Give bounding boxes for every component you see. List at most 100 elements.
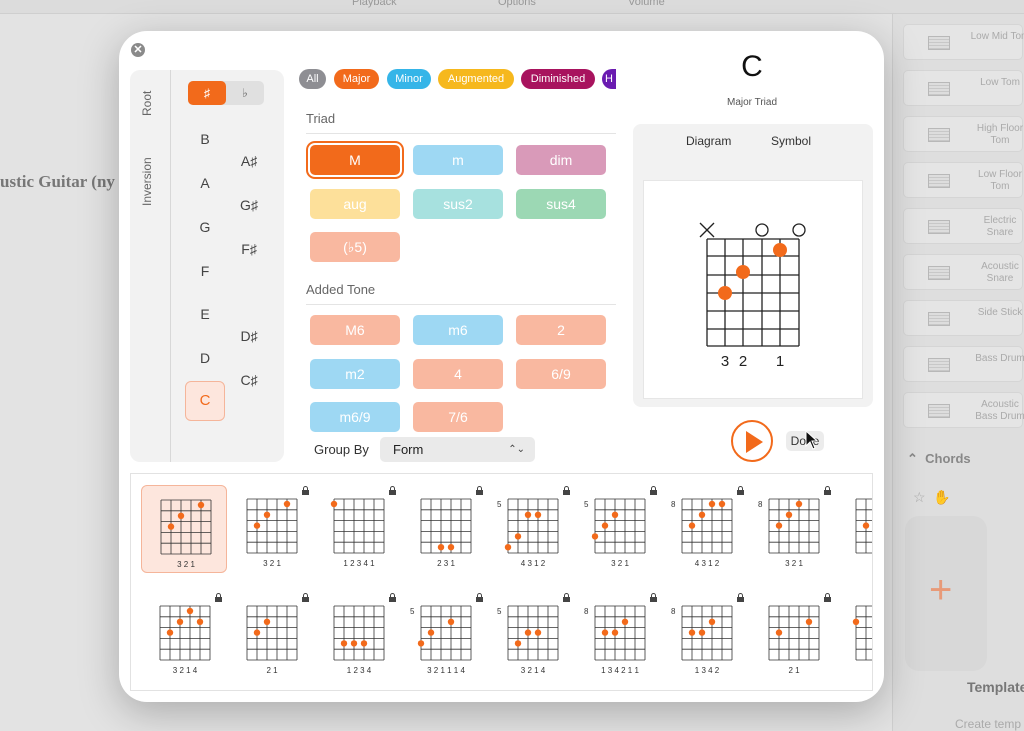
bg-toolbar-volume: Volume bbox=[628, 0, 665, 8]
chord-type-2[interactable]: 2 bbox=[516, 315, 606, 345]
note-g[interactable]: G bbox=[190, 219, 220, 235]
bg-patch: Side Stick bbox=[903, 300, 1023, 336]
voicing-fingering: 3 2 1 1 1 4 bbox=[427, 666, 465, 675]
bg-toolbar-playback: Playback bbox=[352, 0, 397, 8]
chord-type-flat5[interactable]: (♭5) bbox=[310, 232, 400, 262]
voicing-item[interactable]: 3 2 1 bbox=[228, 485, 314, 573]
filter-major[interactable]: Major bbox=[334, 69, 379, 89]
bg-templates-label: Template bbox=[967, 679, 1024, 695]
voicing-fingering: 3 2 1 4 bbox=[173, 666, 198, 675]
drum-patch-icon bbox=[928, 358, 950, 372]
voicing-item[interactable]: 5 4 3 1 2 bbox=[489, 485, 575, 573]
voicing-diagram: 5 3 2 1 bbox=[584, 486, 657, 568]
chord-type-m6-major[interactable]: M6 bbox=[310, 315, 400, 345]
note-f[interactable]: F bbox=[190, 263, 220, 279]
voicing-item[interactable]: 2 bbox=[837, 485, 872, 573]
voicing-item[interactable]: 8 4 3 1 2 bbox=[663, 485, 749, 573]
voicings-list[interactable]: 3 2 1 3 2 1 1 2 3 4 1 2 3 1 5 4 3 1 2 5 3 2 1 8 4… bbox=[130, 473, 873, 691]
voicing-item[interactable]: 8 1 3 4 2 1 1 bbox=[576, 592, 662, 680]
chord-type-m2[interactable]: m2 bbox=[310, 359, 400, 389]
filter-minor[interactable]: Minor bbox=[387, 69, 431, 89]
voicing-fingering: 4 3 1 2 bbox=[521, 559, 546, 568]
note-g-sharp[interactable]: G♯ bbox=[234, 197, 264, 213]
voicing-item[interactable]: 8 1 3 4 2 bbox=[663, 592, 749, 680]
voicing-diagram: 8 1 3 4 2 bbox=[671, 593, 744, 675]
bg-patch: High Floor Tom bbox=[903, 116, 1023, 152]
chord-type-4[interactable]: 4 bbox=[413, 359, 503, 389]
filter-diminished[interactable]: Diminished bbox=[521, 69, 595, 89]
voicing-item[interactable]: 2 3 1 bbox=[402, 485, 488, 573]
tab-root[interactable]: Root bbox=[140, 91, 154, 116]
chord-type-m6-minor[interactable]: m6 bbox=[413, 315, 503, 345]
plus-icon: + bbox=[929, 568, 953, 612]
chord-type-6-9[interactable]: 6/9 bbox=[516, 359, 606, 389]
voicing-item[interactable]: 2 1 bbox=[750, 592, 836, 680]
note-a[interactable]: A bbox=[190, 175, 220, 191]
drum-patch-icon bbox=[928, 128, 950, 142]
note-d[interactable]: D bbox=[190, 350, 220, 366]
tab-diagram[interactable]: Diagram bbox=[686, 134, 731, 148]
voicing-fingering: 2 1 bbox=[788, 666, 800, 675]
voicing-fingering: 1 2 3 4 bbox=[347, 666, 372, 675]
voicing-item[interactable]: 1 2 3 4 1 bbox=[315, 485, 401, 573]
tab-inversion[interactable]: Inversion bbox=[140, 157, 154, 206]
voicing-item[interactable]: 3 2 1 bbox=[141, 485, 227, 573]
filter-more[interactable]: H bbox=[602, 69, 616, 89]
note-a-sharp[interactable]: A♯ bbox=[234, 153, 264, 169]
voicing-fret-label: 5 bbox=[497, 500, 502, 509]
lock-icon bbox=[563, 486, 570, 495]
chord-type-m6-9[interactable]: m6/9 bbox=[310, 402, 400, 432]
voicing-fret-label: 5 bbox=[584, 500, 589, 509]
bg-patch: Acoustic Snare bbox=[903, 254, 1023, 290]
voicing-item[interactable]: 2 1 bbox=[228, 592, 314, 680]
lock-icon bbox=[302, 593, 309, 602]
chord-type-sus4[interactable]: sus4 bbox=[516, 189, 606, 219]
voicing-fingering: 4 3 1 2 bbox=[695, 559, 720, 568]
accidental-toggle: ♯ ♭ bbox=[188, 81, 264, 105]
voicing-item[interactable]: 5 3 2 1 4 bbox=[489, 592, 575, 680]
lock-icon bbox=[215, 593, 222, 602]
chord-type-7-6[interactable]: 7/6 bbox=[413, 402, 503, 432]
svg-text:2: 2 bbox=[739, 353, 747, 370]
close-icon[interactable]: ✕ bbox=[131, 43, 145, 57]
note-e[interactable]: E bbox=[190, 306, 220, 322]
drum-patch-icon bbox=[928, 312, 950, 326]
voicing-diagram: 2 1 bbox=[768, 593, 831, 675]
note-c-sharp[interactable]: C♯ bbox=[234, 372, 264, 388]
voicing-item[interactable] bbox=[837, 592, 872, 680]
lock-icon bbox=[476, 486, 483, 495]
voicing-item[interactable]: 1 2 3 4 bbox=[315, 592, 401, 680]
voicing-item[interactable]: 8 3 2 1 bbox=[750, 485, 836, 573]
flat-button[interactable]: ♭ bbox=[226, 81, 264, 105]
lock-icon bbox=[563, 593, 570, 602]
tab-symbol[interactable]: Symbol bbox=[771, 134, 811, 148]
voicing-item[interactable]: 3 2 1 4 bbox=[141, 592, 227, 680]
note-c-selected[interactable]: C bbox=[185, 381, 225, 421]
note-f-sharp[interactable]: F♯ bbox=[234, 241, 264, 257]
chevron-updown-icon: ⌃⌄ bbox=[508, 444, 525, 455]
voicing-item[interactable]: 5 3 2 1 1 1 4 bbox=[402, 592, 488, 680]
chord-type-major[interactable]: M bbox=[310, 145, 400, 175]
group-by-select[interactable]: Form ⌃⌄ bbox=[380, 437, 535, 462]
filter-all[interactable]: All bbox=[299, 69, 326, 89]
note-d-sharp[interactable]: D♯ bbox=[234, 328, 264, 344]
chord-type-minor[interactable]: m bbox=[413, 145, 503, 175]
voicing-fret-label: 8 bbox=[671, 607, 676, 616]
voicing-fret-label: 5 bbox=[497, 607, 502, 616]
chord-type-aug[interactable]: aug bbox=[310, 189, 400, 219]
svg-text:1: 1 bbox=[776, 353, 784, 370]
play-button[interactable] bbox=[731, 420, 773, 462]
note-b[interactable]: B bbox=[190, 131, 220, 147]
lock-icon bbox=[389, 486, 396, 495]
sharp-button[interactable]: ♯ bbox=[188, 81, 226, 105]
filter-augmented[interactable]: Augmented bbox=[438, 69, 514, 89]
chord-type-dim[interactable]: dim bbox=[516, 145, 606, 175]
lock-icon bbox=[737, 593, 744, 602]
voicing-fret-label: 8 bbox=[758, 500, 763, 509]
lock-icon bbox=[302, 486, 309, 495]
bg-patch: Acoustic Bass Drum bbox=[903, 392, 1024, 428]
bg-chords-header: ⌃ Chords bbox=[907, 451, 971, 466]
voicing-item[interactable]: 5 3 2 1 bbox=[576, 485, 662, 573]
chord-type-sus2[interactable]: sus2 bbox=[413, 189, 503, 219]
background-library-panel: Low Mid Tom Low Tom High Floor Tom Low F… bbox=[892, 14, 1024, 731]
